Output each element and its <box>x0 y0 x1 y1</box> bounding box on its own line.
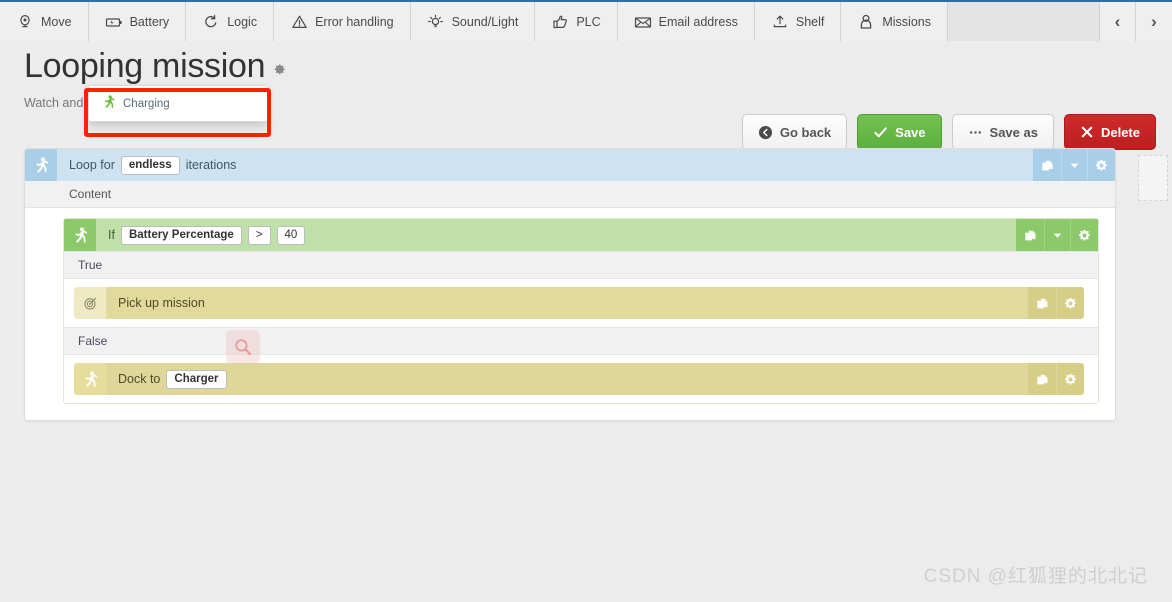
condition-operator-param[interactable]: > <box>247 225 271 245</box>
upload-shelf-icon <box>771 13 789 31</box>
tab-label: Move <box>41 14 72 29</box>
check-icon <box>873 125 888 140</box>
tab-label: Shelf <box>795 14 825 29</box>
dropdown-item-label: Charging <box>123 97 170 110</box>
person-icon <box>857 13 875 31</box>
map-pin-icon <box>16 13 34 31</box>
condition-block: If Battery Percentage > 40 True Pick up … <box>63 218 1099 404</box>
title-gear-icon[interactable] <box>273 63 286 79</box>
dock-prefix-label: Dock to <box>118 372 161 386</box>
condition-variable-param[interactable]: Battery Percentage <box>120 225 242 245</box>
tab-plc[interactable]: PLC <box>535 2 618 41</box>
tab-label: Error handling <box>315 14 394 29</box>
dropdown-item-charging[interactable]: Charging <box>89 92 267 115</box>
save-button[interactable]: Save <box>857 114 942 150</box>
tab-label: Logic <box>227 14 258 29</box>
tab-email-address[interactable]: Email address <box>617 2 755 41</box>
toolbar-prev-button[interactable]: ‹ <box>1100 2 1136 41</box>
running-person-icon <box>25 149 57 181</box>
gear-icon[interactable] <box>1056 363 1084 395</box>
gear-icon[interactable] <box>1087 149 1115 181</box>
loop-block-header[interactable]: Loop for endless iterations <box>25 149 1115 181</box>
pick-up-mission-body: Pick up mission <box>106 287 1028 319</box>
tab-logic[interactable]: Logic <box>186 2 275 41</box>
tab-label: PLC <box>576 14 601 29</box>
mission-editor-card: Loop for endless iterations Content If B… <box>24 148 1116 421</box>
chevron-down-icon[interactable] <box>1044 219 1070 251</box>
condition-value-param[interactable]: 40 <box>276 225 306 245</box>
false-branch-label: False <box>64 327 1098 355</box>
save-as-button[interactable]: Save as <box>951 114 1054 150</box>
page-title: Looping mission <box>24 47 266 85</box>
page-header: Looping mission Watch and edit the missi… <box>0 41 1172 150</box>
loop-block-tools <box>1033 149 1115 181</box>
tab-missions[interactable]: Missions <box>841 2 948 41</box>
duplicate-icon[interactable] <box>1028 363 1056 395</box>
main-toolbar: Move Battery Logic Error handling Sound/… <box>0 0 1172 41</box>
loop-prefix-label: Loop for <box>69 158 115 172</box>
save-as-label: Save as <box>989 124 1038 140</box>
gear-icon[interactable] <box>1056 287 1084 319</box>
tab-sound-light[interactable]: Sound/Light <box>410 2 536 41</box>
header-actions: Go back Save Save as Delete <box>741 114 1156 150</box>
true-branch-body: Pick up mission <box>64 279 1098 327</box>
chevron-down-icon[interactable] <box>1061 149 1087 181</box>
condition-block-tools <box>1016 219 1098 251</box>
dock-to-charger-action[interactable]: Dock to Charger <box>74 363 1084 395</box>
duplicate-icon[interactable] <box>1028 287 1056 319</box>
go-back-label: Go back <box>779 124 832 140</box>
condition-block-body: If Battery Percentage > 40 <box>96 219 1016 251</box>
duplicate-icon[interactable] <box>1033 149 1061 181</box>
loop-arrow-icon <box>202 13 220 31</box>
tab-label: Missions <box>882 14 931 29</box>
pick-up-mission-action[interactable]: Pick up mission <box>74 287 1084 319</box>
dock-to-charger-tools <box>1028 363 1084 395</box>
save-label: Save <box>895 124 926 140</box>
loop-block-body: Loop for endless iterations <box>57 149 1033 181</box>
loop-suffix-label: iterations <box>185 158 237 172</box>
condition-block-header[interactable]: If Battery Percentage > 40 <box>64 219 1098 251</box>
true-branch-label: True <box>64 251 1098 279</box>
close-x-icon <box>1080 125 1094 139</box>
tab-label: Battery <box>129 14 170 29</box>
dock-target-param[interactable]: Charger <box>166 369 227 389</box>
tab-battery[interactable]: Battery <box>88 2 187 41</box>
pick-up-mission-label: Pick up mission <box>118 296 205 310</box>
go-back-button[interactable]: Go back <box>741 114 848 150</box>
warning-triangle-icon <box>290 13 308 31</box>
running-person-icon <box>103 95 115 112</box>
toolbar-spacer <box>947 2 1100 41</box>
false-branch-body: Dock to Charger <box>64 355 1098 403</box>
drop-target-placeholder[interactable] <box>1138 155 1168 201</box>
tab-error-handling[interactable]: Error handling <box>274 2 411 41</box>
running-person-icon <box>74 363 106 395</box>
csdn-watermark: CSDN @红狐狸的北北记 <box>923 566 1148 587</box>
target-icon <box>74 287 106 319</box>
back-arrow-icon <box>758 125 773 140</box>
tab-label: Sound/Light <box>451 14 519 29</box>
tab-label: Email address <box>658 14 738 29</box>
ellipsis-icon <box>968 125 983 140</box>
title-wrapper: Looping mission <box>24 49 286 83</box>
tab-shelf[interactable]: Shelf <box>754 2 842 41</box>
delete-label: Delete <box>1100 124 1140 140</box>
thumbs-up-icon <box>551 13 569 31</box>
envelope-icon <box>634 13 652 31</box>
mission-type-dropdown[interactable]: Charging <box>88 85 268 122</box>
duplicate-icon[interactable] <box>1016 219 1044 251</box>
loop-iterations-param[interactable]: endless <box>120 155 180 175</box>
pick-up-mission-tools <box>1028 287 1084 319</box>
tab-move[interactable]: Move <box>0 2 89 41</box>
loop-content-label: Content <box>25 181 1115 208</box>
dock-to-charger-body: Dock to Charger <box>106 363 1028 395</box>
battery-icon <box>105 13 123 31</box>
gear-icon[interactable] <box>1070 219 1098 251</box>
running-person-icon <box>64 219 96 251</box>
toolbar-next-button[interactable]: › <box>1136 2 1172 41</box>
delete-button[interactable]: Delete <box>1063 114 1156 150</box>
condition-prefix-label: If <box>108 228 115 242</box>
lightbulb-icon <box>427 13 445 31</box>
loop-content-area: If Battery Percentage > 40 True Pick up … <box>25 208 1115 420</box>
